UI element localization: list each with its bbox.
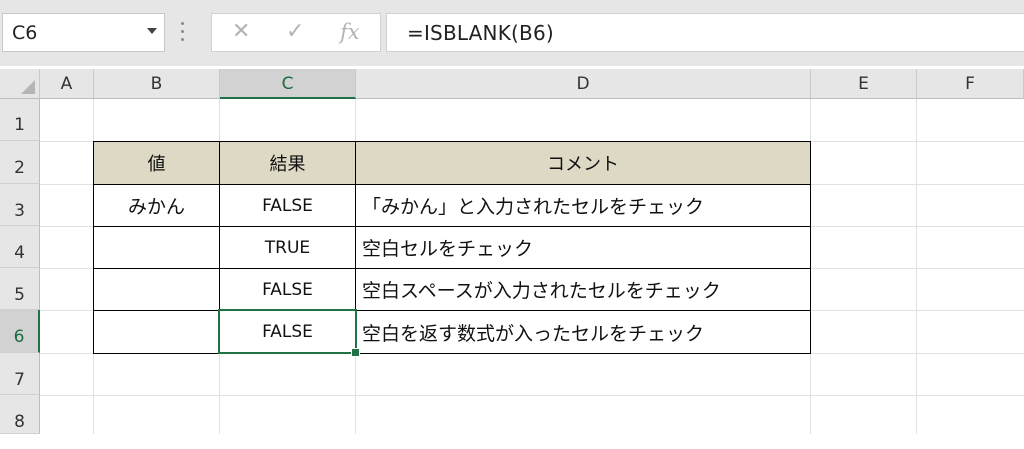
table-cell-value[interactable]: みかん (93, 184, 220, 227)
fill-handle[interactable] (351, 348, 360, 357)
row-header-6[interactable]: 6 (0, 310, 40, 353)
table-cell-result[interactable]: FALSE (219, 184, 356, 227)
column-header-a[interactable]: A (40, 69, 94, 99)
gridline (916, 99, 917, 434)
name-box-value: C6 (12, 22, 38, 44)
table-header-comment[interactable]: コメント (355, 141, 811, 185)
table-cell-result[interactable]: TRUE (219, 226, 356, 269)
table-cell-comment[interactable]: 空白セルをチェック (355, 226, 811, 269)
name-box[interactable]: C6 (2, 13, 165, 52)
table-cell-value[interactable] (93, 310, 220, 354)
active-cell-border (218, 309, 357, 354)
formula-buttons: ✕ ✓ fx (211, 13, 381, 52)
row-header-2[interactable]: 2 (0, 141, 40, 184)
table-cell-value[interactable] (93, 226, 220, 269)
row-header-4[interactable]: 4 (0, 226, 40, 268)
row-header-5[interactable]: 5 (0, 268, 40, 310)
column-header-e[interactable]: E (811, 69, 917, 99)
table-cell-result[interactable]: FALSE (219, 268, 356, 311)
formula-text: =ISBLANK(B6) (407, 21, 554, 45)
table-cell-comment[interactable]: 空白を返す数式が入ったセルをチェック (355, 310, 811, 354)
table-cell-comment[interactable]: 「みかん」と入力されたセルをチェック (355, 184, 811, 227)
column-header-b[interactable]: B (94, 69, 220, 99)
column-header-d[interactable]: D (356, 69, 811, 99)
table-header-value[interactable]: 値 (93, 141, 220, 185)
column-header-c[interactable]: C (220, 69, 356, 99)
formula-input[interactable]: =ISBLANK(B6) (386, 13, 1024, 52)
gridline (40, 395, 1024, 396)
cancel-icon[interactable]: ✕ (232, 20, 250, 44)
drag-handle-icon[interactable] (181, 22, 185, 42)
table-cell-comment[interactable]: 空白スペースが入力されたセルをチェック (355, 268, 811, 311)
spreadsheet-grid[interactable]: A B C D E F 1 2 3 4 5 6 7 8 値 結果 コメント みか… (0, 69, 1024, 434)
row-header-3[interactable]: 3 (0, 184, 40, 226)
column-header-f[interactable]: F (917, 69, 1024, 99)
enter-icon[interactable]: ✓ (286, 20, 304, 44)
formula-bar-area: C6 ✕ ✓ fx =ISBLANK(B6) (0, 0, 1024, 66)
table-header-result[interactable]: 結果 (219, 141, 356, 185)
insert-function-icon[interactable]: fx (340, 20, 360, 44)
row-header-8[interactable]: 8 (0, 395, 40, 434)
row-header-1[interactable]: 1 (0, 99, 40, 141)
table-cell-value[interactable] (93, 268, 220, 311)
row-header-7[interactable]: 7 (0, 353, 40, 395)
select-all-icon (21, 80, 35, 94)
select-all-button[interactable] (0, 69, 40, 99)
chevron-down-icon[interactable] (147, 28, 157, 34)
